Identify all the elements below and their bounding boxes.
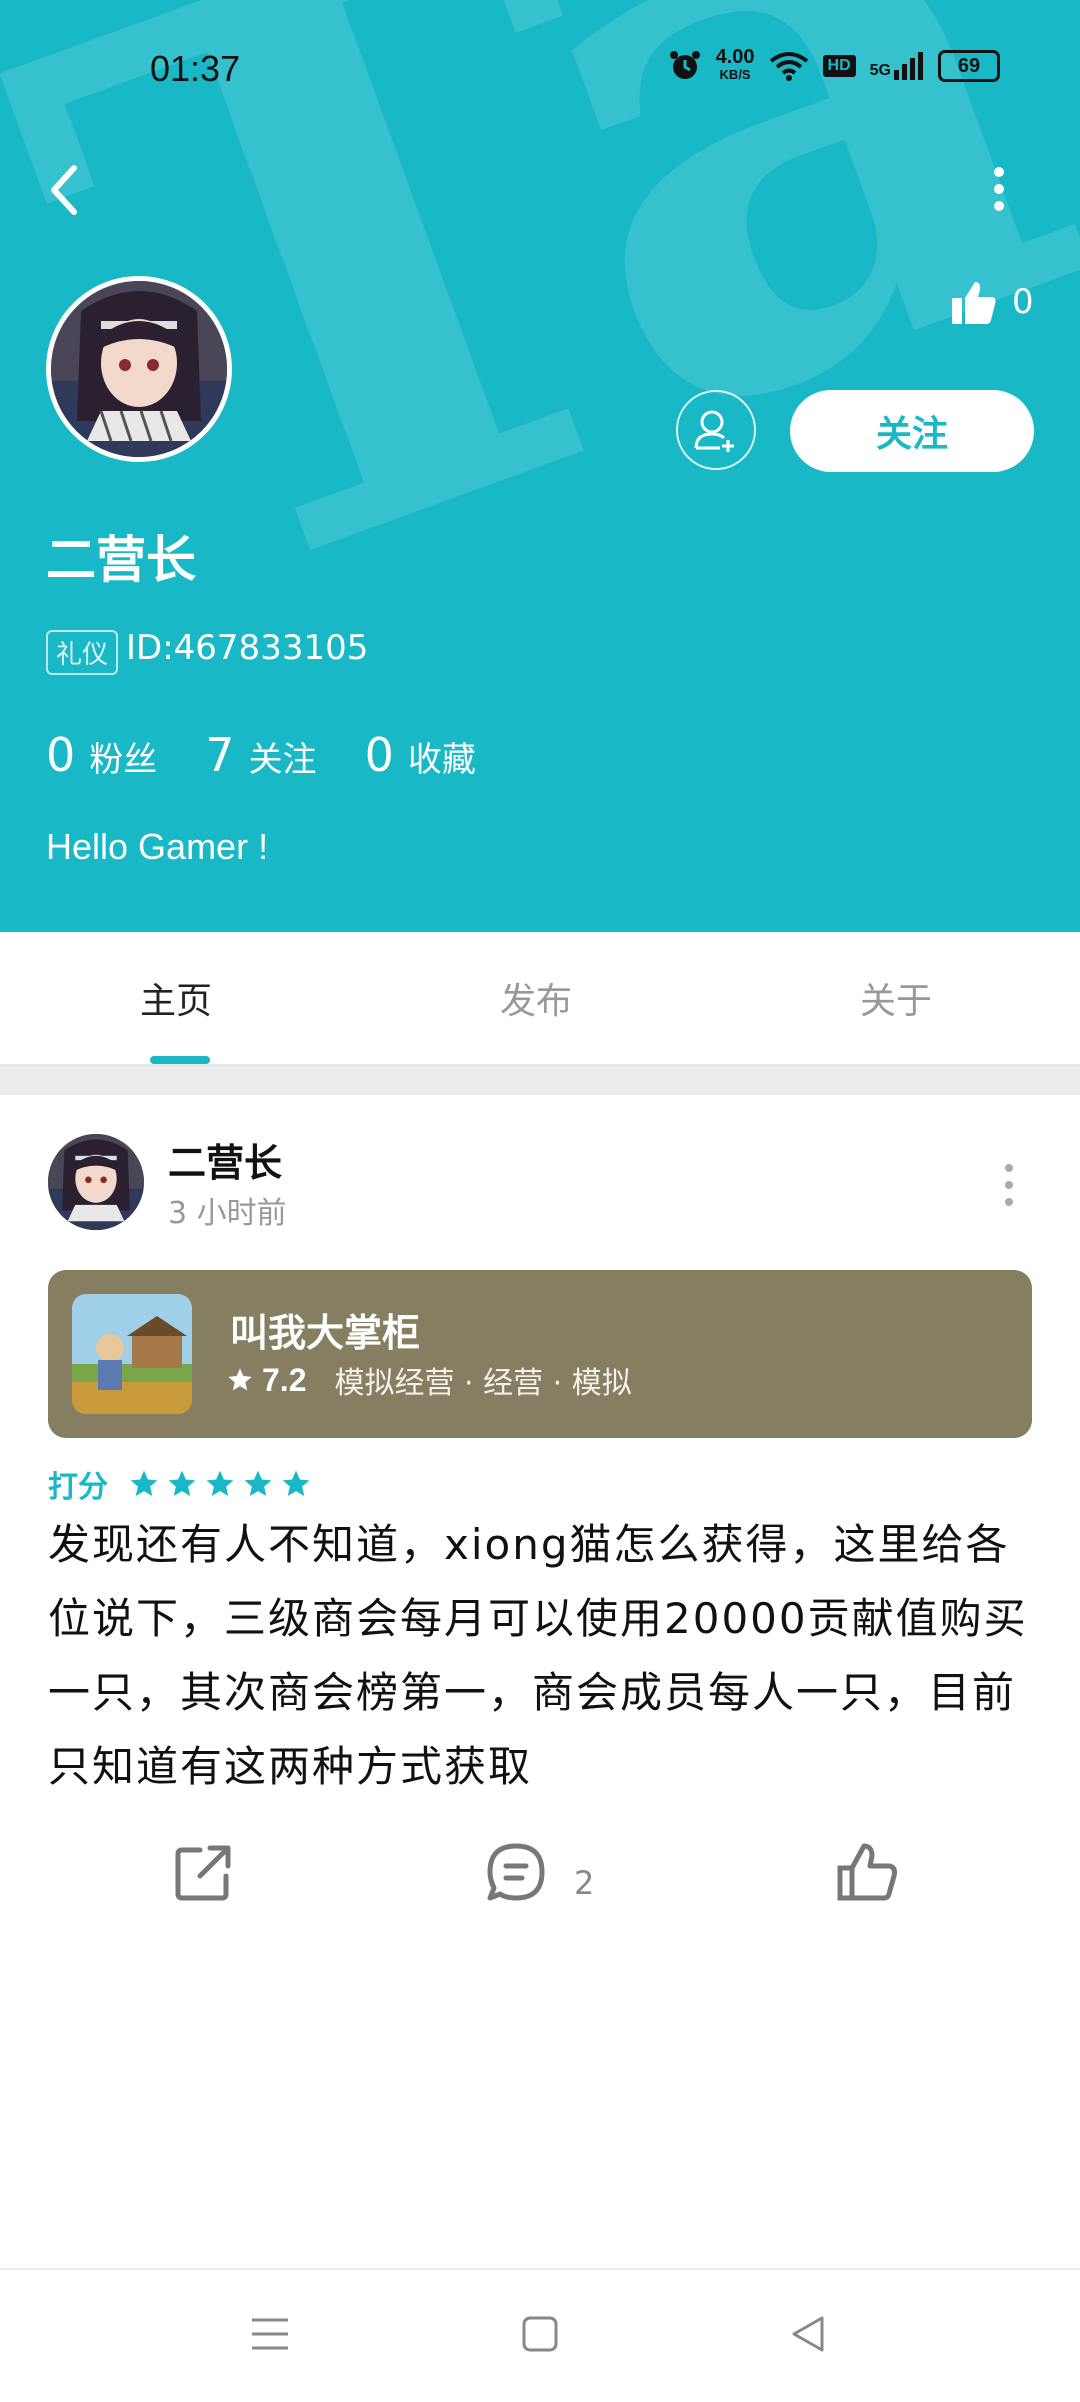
game-tags: 模拟经营 · 经营 · 模拟	[334, 1366, 632, 1401]
game-card[interactable]: 叫我大掌柜 7.2 模拟经营 · 经营 · 模拟	[48, 1270, 1032, 1438]
section-divider	[0, 1067, 1080, 1095]
speed-unit: KB/S	[719, 67, 751, 82]
hd-badge: HD	[822, 55, 856, 77]
post-more-icon[interactable]	[994, 1160, 1024, 1210]
game-name: 叫我大掌柜	[230, 1311, 421, 1355]
back-icon[interactable]	[44, 160, 84, 220]
battery-indicator: 69	[938, 50, 1000, 82]
add-friend-button[interactable]	[676, 390, 756, 470]
rating-star-icon	[282, 1470, 310, 1496]
home-icon[interactable]	[520, 2314, 560, 2354]
rating-star-icon	[244, 1470, 272, 1496]
rating-star-icon	[130, 1470, 158, 1496]
tab-posts[interactable]: 发布	[500, 972, 572, 1024]
tab-about[interactable]: 关于	[860, 972, 932, 1024]
profile-avatar[interactable]	[46, 276, 232, 462]
status-icons: 4.00 KB/S HD 5G 69	[668, 46, 1000, 84]
tab-indicator	[150, 1056, 210, 1064]
post-rating: 打分	[48, 1462, 312, 1506]
stat-fans[interactable]: 0 粉丝	[46, 728, 157, 782]
likes-count: 0	[1012, 282, 1034, 322]
signal-icon	[894, 52, 923, 80]
status-time: 01:37	[150, 48, 241, 89]
menu-icon[interactable]	[250, 2314, 290, 2354]
share-icon[interactable]	[172, 1840, 236, 1904]
avatar-image	[51, 281, 227, 457]
profile-header: TapTap 01:37 4.00 KB/S HD 5G 69 0	[0, 0, 1080, 932]
follow-button[interactable]: 关注	[790, 390, 1034, 472]
profile-likes[interactable]: 0	[950, 278, 1034, 326]
add-friend-icon	[694, 410, 734, 452]
role-tag: 礼仪	[46, 630, 119, 675]
post-actions: 2	[0, 1830, 1080, 1930]
stat-label: 粉丝	[89, 740, 158, 780]
thumbs-up-icon	[952, 282, 996, 324]
profile-bio: Hello Gamer !	[46, 826, 269, 867]
rating-star-icon	[168, 1470, 196, 1496]
profile-stats: 0 粉丝 7 关注 0 收藏	[46, 728, 476, 782]
stat-number: 0	[364, 728, 394, 782]
stat-number: 7	[205, 728, 235, 782]
post-author-name[interactable]: 二营长	[168, 1132, 282, 1187]
stat-label: 关注	[248, 740, 317, 780]
game-thumbnail	[72, 1294, 192, 1414]
battery-level: 69	[957, 54, 981, 77]
like-icon[interactable]	[836, 1840, 900, 1904]
stat-number: 0	[46, 728, 76, 782]
stat-label: 收藏	[407, 740, 476, 780]
post-author-avatar[interactable]	[48, 1134, 144, 1230]
profile-tabs: 主页 发布 关于	[0, 932, 1080, 1067]
back-triangle-icon[interactable]	[788, 2314, 828, 2354]
game-image	[72, 1294, 192, 1414]
comment-icon[interactable]	[484, 1840, 548, 1904]
rating-label: 打分	[48, 1470, 108, 1505]
rating-star-icon	[206, 1470, 234, 1496]
tab-home[interactable]: 主页	[140, 972, 212, 1024]
speed-value: 4.00	[715, 46, 755, 68]
post-body[interactable]: 发现还有人不知道，xiong猫怎么获得，这里给各位说下，三级商会每月可以使用20…	[48, 1508, 1038, 1804]
comment-count: 2	[574, 1864, 595, 1902]
post-timestamp: 3 小时前	[168, 1196, 287, 1231]
star-icon	[228, 1368, 252, 1391]
stat-favorites[interactable]: 0 收藏	[365, 728, 476, 782]
network-type: 5G	[869, 62, 891, 79]
game-score: 7.2	[262, 1361, 307, 1398]
game-rating: 7.2 模拟经营 · 经营 · 模拟	[226, 1358, 632, 1402]
profile-username: 二营长	[46, 531, 196, 589]
signal-indicator: 5G	[870, 52, 924, 80]
network-speed: 4.00 KB/S	[715, 46, 755, 84]
avatar-image	[48, 1134, 144, 1230]
alarm-icon	[669, 51, 700, 79]
wifi-icon	[769, 52, 808, 81]
stat-following[interactable]: 7 关注	[205, 728, 316, 782]
system-navbar	[0, 2268, 1080, 2402]
user-id: ID:467833105	[126, 628, 369, 668]
more-icon[interactable]	[984, 164, 1014, 214]
